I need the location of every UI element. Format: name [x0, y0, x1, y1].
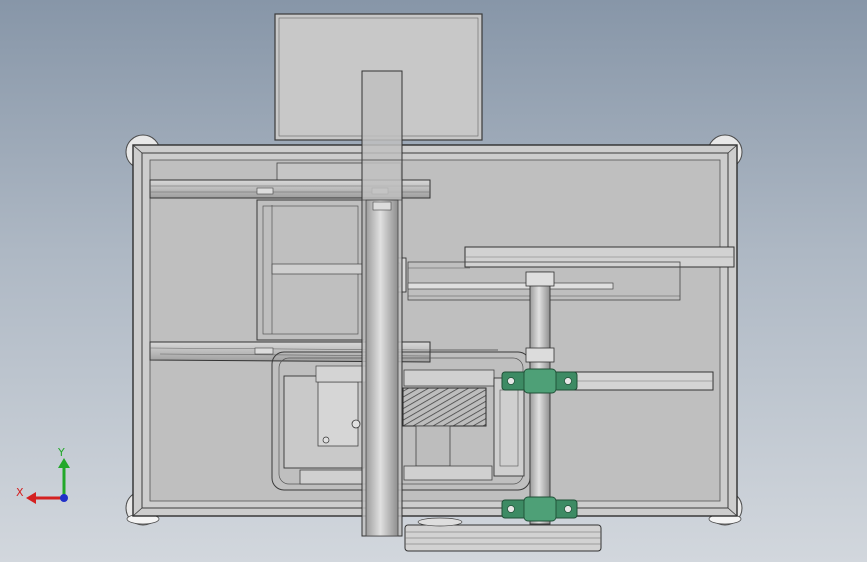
right-drive-shaft: [525, 271, 555, 525]
lower-arm: [567, 371, 714, 391]
pillow-block-bearing-lower: [501, 496, 578, 522]
z-axis-dot: [60, 494, 68, 502]
bottom-pulley: [404, 517, 602, 552]
x-axis-label: X: [16, 486, 24, 499]
central-column: [361, 70, 403, 537]
cad-viewport[interactable]: Y X: [0, 0, 867, 562]
pillow-block-bearing-upper: [501, 368, 578, 394]
y-axis-label: Y: [57, 446, 65, 459]
coordinate-triad: Y X: [16, 446, 70, 504]
